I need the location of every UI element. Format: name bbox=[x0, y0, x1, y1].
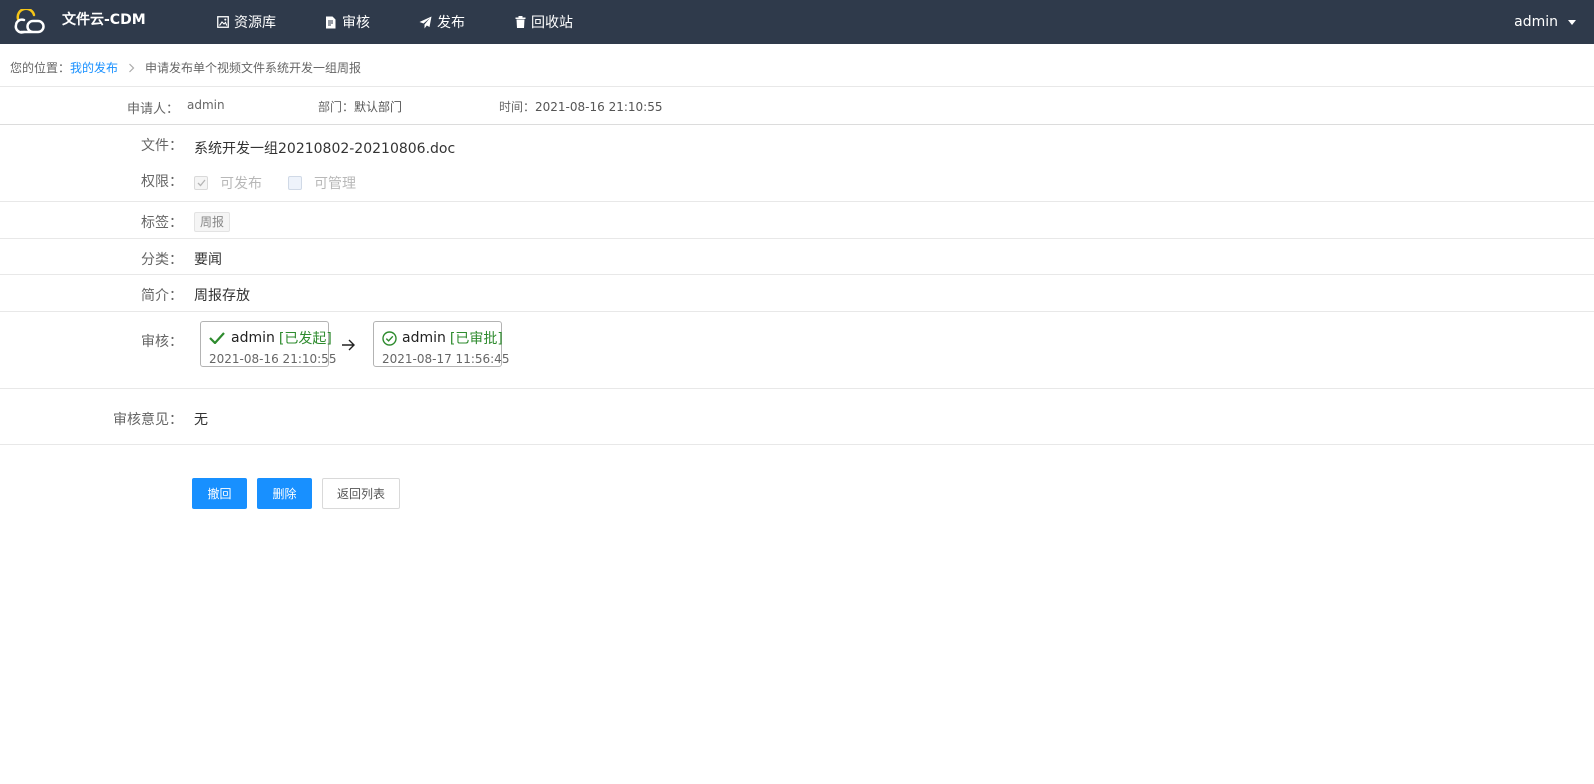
nav-label: 发布 bbox=[437, 15, 465, 31]
withdraw-button[interactable]: 撤回 bbox=[192, 478, 247, 509]
divider bbox=[0, 124, 1594, 125]
nav-item-publish[interactable]: 发布 bbox=[419, 0, 465, 44]
divider bbox=[0, 238, 1594, 239]
delete-button[interactable]: 删除 bbox=[257, 478, 312, 509]
intro-value: 周报存放 bbox=[194, 288, 250, 304]
brand[interactable]: 文件云-CDM bbox=[12, 6, 146, 38]
trash-icon bbox=[515, 16, 526, 28]
dept-info: 部门：默认部门 bbox=[318, 98, 402, 115]
publish-permission-checkbox[interactable]: 可发布 bbox=[194, 173, 262, 193]
breadcrumb: 您的位置： 我的发布 申请发布单个视频文件系统开发一组周报 bbox=[10, 59, 361, 76]
time-info: 时间：2021-08-16 21:10:55 bbox=[499, 98, 662, 115]
nav-item-recycle-bin[interactable]: 回收站 bbox=[515, 0, 573, 44]
time-value: 2021-08-16 21:10:55 bbox=[535, 100, 663, 114]
manage-permission-label: 可管理 bbox=[314, 176, 356, 192]
applicant-label: 申请人： bbox=[127, 102, 180, 117]
tag-chip: 周报 bbox=[194, 212, 231, 232]
check-circle-icon bbox=[382, 330, 397, 346]
file-edit-icon bbox=[325, 16, 337, 29]
review-step-header: admin [已审批] bbox=[382, 328, 503, 348]
category-value: 要闻 bbox=[194, 252, 222, 268]
applicant-value: admin bbox=[187, 98, 225, 112]
arrow-right-icon bbox=[340, 337, 356, 356]
review-user: admin bbox=[231, 330, 275, 346]
nav-label: 资源库 bbox=[234, 15, 276, 31]
review-step-approved: admin [已审批] 2021-08-17 11:56:45 bbox=[373, 321, 510, 367]
review-step-initiated: admin [已发起] 2021-08-16 21:10:55 bbox=[200, 321, 337, 367]
checkbox-unchecked-icon bbox=[288, 176, 302, 190]
review-time: 2021-08-16 21:10:55 bbox=[209, 352, 337, 366]
cloud-logo-icon bbox=[12, 9, 46, 35]
divider bbox=[0, 201, 1594, 202]
divider bbox=[0, 311, 1594, 312]
divider bbox=[0, 444, 1594, 445]
review-user: admin bbox=[402, 330, 446, 346]
opinion-value: 无 bbox=[194, 412, 208, 428]
tag-label: 标签： bbox=[141, 215, 183, 231]
publish-permission-label: 可发布 bbox=[220, 176, 262, 192]
checkbox-checked-icon bbox=[194, 176, 208, 190]
opinion-label: 审核意见： bbox=[113, 412, 183, 428]
review-time: 2021-08-17 11:56:45 bbox=[382, 352, 510, 366]
intro-label: 简介： bbox=[141, 288, 183, 304]
time-label: 时间： bbox=[499, 100, 536, 114]
divider bbox=[0, 388, 1594, 389]
nav-label: 回收站 bbox=[531, 15, 573, 31]
divider bbox=[0, 86, 1594, 87]
breadcrumb-prefix: 您的位置： bbox=[10, 61, 71, 75]
nav-label: 审核 bbox=[342, 15, 370, 31]
nav-item-review[interactable]: 审核 bbox=[325, 0, 370, 44]
manage-permission-checkbox[interactable]: 可管理 bbox=[288, 173, 356, 193]
file-name: 系统开发一组20210802-20210806.doc bbox=[194, 141, 456, 157]
username: admin bbox=[1514, 14, 1558, 30]
nav-item-library[interactable]: 资源库 bbox=[217, 0, 276, 44]
breadcrumb-link-my-publish[interactable]: 我的发布 bbox=[70, 59, 118, 76]
file-label: 文件： bbox=[141, 138, 183, 154]
top-navbar: 文件云-CDM 资源库 审核 发布 回收站 admin bbox=[0, 0, 1594, 44]
send-icon bbox=[419, 16, 432, 29]
review-status: [已发起] bbox=[278, 331, 332, 347]
chevron-right-icon bbox=[128, 63, 135, 73]
caret-down-icon bbox=[1568, 19, 1576, 25]
divider bbox=[0, 274, 1594, 275]
breadcrumb-current: 申请发布单个视频文件系统开发一组周报 bbox=[145, 61, 362, 75]
back-to-list-button[interactable]: 返回列表 bbox=[322, 478, 400, 509]
check-icon bbox=[209, 332, 225, 344]
review-step-header: admin [已发起] bbox=[209, 328, 332, 348]
app-name: 文件云-CDM bbox=[62, 12, 146, 28]
review-status: [已审批] bbox=[449, 331, 503, 347]
review-label: 审核： bbox=[141, 334, 183, 350]
dept-label: 部门： bbox=[318, 100, 355, 114]
image-icon bbox=[217, 16, 229, 28]
user-menu[interactable]: admin bbox=[1514, 0, 1576, 44]
dept-value: 默认部门 bbox=[354, 100, 403, 114]
category-label: 分类： bbox=[141, 252, 183, 268]
permission-label: 权限： bbox=[141, 174, 183, 190]
